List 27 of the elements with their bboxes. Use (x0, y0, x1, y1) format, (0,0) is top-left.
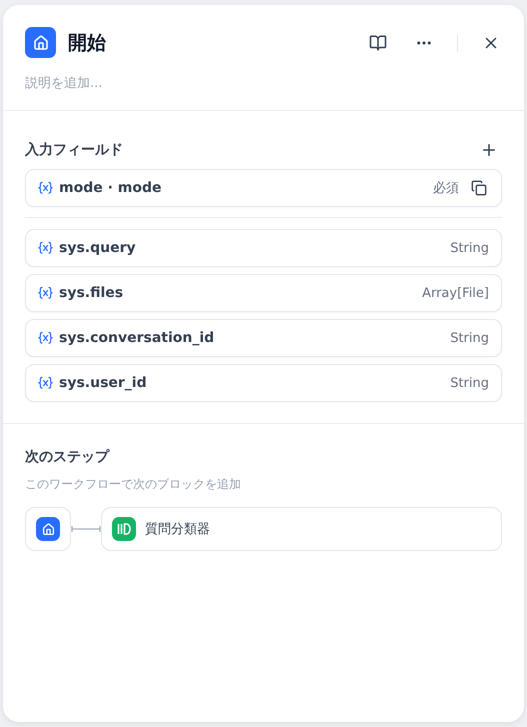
home-icon (36, 517, 60, 541)
section-title: 次のステップ (25, 448, 109, 466)
variable-icon (38, 331, 53, 345)
required-label: 必須 (433, 180, 459, 197)
block-label: 質問分類器 (145, 521, 210, 538)
next-block[interactable]: 質問分類器 (101, 507, 502, 551)
variable-name: sys.conversation_id (59, 330, 216, 346)
variable-type: Array[File] (422, 286, 489, 300)
connector-line (71, 526, 101, 532)
input-field-row[interactable]: mode · mode 必須 (25, 169, 502, 207)
variable-type: String (450, 240, 489, 256)
copy-icon[interactable] (469, 178, 489, 198)
variable-name: sys.query (59, 240, 137, 256)
variable-type: String (450, 376, 489, 390)
field-name: mode · mode (59, 180, 163, 196)
classifier-icon (112, 517, 136, 541)
variable-icon (38, 181, 53, 195)
variable-icon (38, 286, 53, 300)
variable-type: String (450, 330, 489, 346)
panel-title: 開始 (68, 30, 107, 56)
home-icon (25, 27, 56, 58)
section-title: 入力フィールド (25, 141, 123, 159)
variable-icon (38, 376, 53, 390)
section-subtitle: このワークフローで次のブロックを追加 (25, 476, 242, 493)
variable-name: sys.files (59, 285, 124, 301)
variable-name: sys.user_id (59, 375, 148, 391)
variable-icon (38, 241, 53, 255)
